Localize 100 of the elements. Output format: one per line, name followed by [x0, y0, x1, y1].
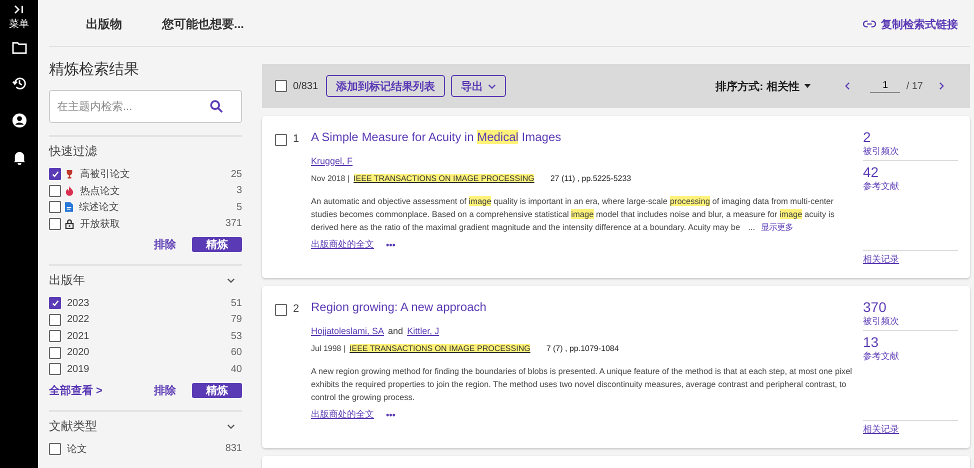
chevron-icon[interactable]: [227, 278, 235, 283]
filter-count: 3: [236, 185, 242, 196]
result-title[interactable]: Region growing: A new approach: [311, 300, 863, 314]
more-button[interactable]: •••: [386, 240, 396, 250]
document-icon: [65, 202, 73, 212]
checkbox[interactable]: [49, 297, 61, 310]
folder-icon[interactable]: [12, 41, 26, 54]
filter-count: 51: [230, 298, 242, 309]
history-icon[interactable]: [12, 76, 26, 91]
checkbox[interactable]: [49, 201, 61, 214]
export-button[interactable]: 导出: [451, 75, 506, 97]
filter-count: 831: [225, 443, 242, 454]
full-text-link[interactable]: 出版商处的全文: [311, 408, 374, 421]
filter-count: 5: [236, 202, 242, 213]
journal-link[interactable]: IEEE TRANSACTIONS ON IMAGE PROCESSING: [354, 174, 534, 183]
filter-count: 371: [225, 218, 242, 230]
nav-tab[interactable]: 您可能也想要...: [162, 16, 244, 32]
sort-dropdown[interactable]: 排序方式: 相关性: [710, 78, 818, 94]
panel-title: 精炼检索结果: [49, 60, 140, 79]
filter-label: 2021: [67, 330, 90, 342]
filter-count: 79: [230, 314, 242, 326]
checkbox[interactable]: [49, 184, 61, 197]
add-to-list-button[interactable]: 添加到标记结果列表: [326, 75, 446, 97]
filter-label: 2019: [67, 364, 90, 375]
related-records-link[interactable]: 相关记录: [863, 420, 958, 436]
trophy-icon: [65, 169, 74, 180]
show-more-link[interactable]: 显示更多: [761, 222, 794, 232]
view-all-link[interactable]: 全部查看 >: [49, 382, 102, 398]
result-number: 2: [293, 304, 300, 314]
checkbox[interactable]: [275, 134, 287, 146]
reference-count[interactable]: 42: [863, 165, 958, 180]
full-text-link[interactable]: 出版商处的全文: [311, 238, 374, 251]
abstract-text: An automatic and objective assessment of image quality is important in an era, where large-scale processing of imaging data from multi-center studies becomes commonplace. Based on a comprehensive statistical image model that includes noise and blur, a measure for image acuity is derived here as the ratio of the maximal gradient magnitude and the intensity difference at a boundary. Acuity may be ... 显示更多: [311, 195, 836, 234]
volume-pages: 7 (7) , pp.1079-1084: [546, 344, 619, 353]
citation-label: 被引频次: [863, 315, 900, 328]
filter-label: 开放获取: [80, 218, 120, 231]
checkbox[interactable]: [49, 363, 61, 376]
checkbox[interactable]: [49, 346, 61, 359]
link-icon: [863, 20, 876, 28]
filter-count: 25: [230, 168, 242, 180]
publication-date: Nov 2018 |: [311, 174, 350, 183]
section-title: 出版年: [49, 272, 85, 289]
filter-count: 53: [230, 330, 242, 342]
author-link[interactable]: Hojjatoleslami, SA: [311, 326, 384, 336]
publication-date: Jul 1998 |: [311, 344, 346, 353]
result-title[interactable]: A Simple Measure for Acuity in Medical Images: [311, 130, 863, 144]
filter-label: 2020: [67, 347, 90, 358]
citation-count[interactable]: 370: [863, 300, 958, 315]
section-title: 文献类型: [49, 418, 97, 434]
checkbox[interactable]: [49, 218, 61, 230]
reference-count[interactable]: 13: [863, 335, 958, 350]
author-link[interactable]: Kruggel, F: [311, 156, 353, 166]
filter-count: 40: [230, 364, 242, 375]
reference-label: 参考文献: [863, 350, 900, 363]
copy-link[interactable]: 复制检索式链接: [863, 16, 958, 32]
filter-count: 60: [230, 347, 242, 358]
search-icon[interactable]: [210, 100, 223, 113]
author-link[interactable]: Kittler, J: [407, 326, 440, 336]
checkbox[interactable]: [49, 168, 61, 180]
caret-icon: [804, 84, 812, 88]
refine-button[interactable]: 精炼: [192, 237, 242, 252]
previous-page-icon[interactable]: [845, 82, 850, 90]
result-number: 1: [293, 134, 300, 144]
flame-icon: [65, 185, 74, 196]
filter-label: 2022: [67, 314, 90, 326]
journal-link[interactable]: IEEE TRANSACTIONS ON IMAGE PROCESSING: [350, 344, 530, 353]
caret-icon: [488, 84, 496, 88]
filter-label: 高被引论文: [80, 168, 130, 182]
selected-count: 0/831: [293, 80, 318, 92]
section-title: 快速过滤: [49, 143, 97, 160]
nav-tab[interactable]: 出版物: [86, 16, 122, 32]
related-records-link[interactable]: 相关记录: [863, 250, 958, 266]
exclude-button[interactable]: 排除: [144, 382, 186, 398]
chevron-icon[interactable]: [227, 424, 235, 428]
filter-label: 2023: [67, 298, 90, 309]
refine-button[interactable]: 精炼: [192, 382, 242, 398]
expand-icon[interactable]: [14, 5, 24, 14]
more-button[interactable]: •••: [386, 410, 396, 420]
volume-pages: 27 (11) , pp.5225-5233: [550, 174, 632, 183]
bell-icon[interactable]: [12, 150, 26, 165]
account-icon[interactable]: [12, 113, 26, 128]
filter-label: 热点论文: [80, 184, 120, 198]
checkbox[interactable]: [49, 330, 61, 342]
page-field[interactable]: 1: [870, 79, 900, 93]
search-field[interactable]: 在主题内检索...: [49, 90, 242, 123]
page-total: / 17: [906, 80, 923, 92]
exclude-button[interactable]: 排除: [144, 237, 186, 252]
select-all-checkbox[interactable]: [275, 80, 287, 92]
filter-label: 综述论文: [79, 200, 119, 214]
abstract-text: A new region growing method for finding the boundaries of blobs is presented. A unique feature of the method is that at each step, at most one pixel exhibits the required properties to join the region. The method uses two novel discontinuity measures, average contrast and peripheral contrast, to control the growing process.: [311, 365, 854, 404]
citation-label: 被引频次: [863, 145, 900, 158]
checkbox[interactable]: [49, 314, 61, 326]
reference-label: 参考文献: [863, 180, 900, 193]
menu-label: 菜单: [9, 18, 29, 31]
next-page-icon[interactable]: [939, 82, 944, 90]
citation-count[interactable]: 2: [863, 130, 958, 145]
checkbox[interactable]: [49, 442, 61, 455]
filter-label: 论文: [67, 442, 87, 456]
checkbox[interactable]: [275, 304, 287, 316]
lock-icon: [65, 218, 74, 229]
